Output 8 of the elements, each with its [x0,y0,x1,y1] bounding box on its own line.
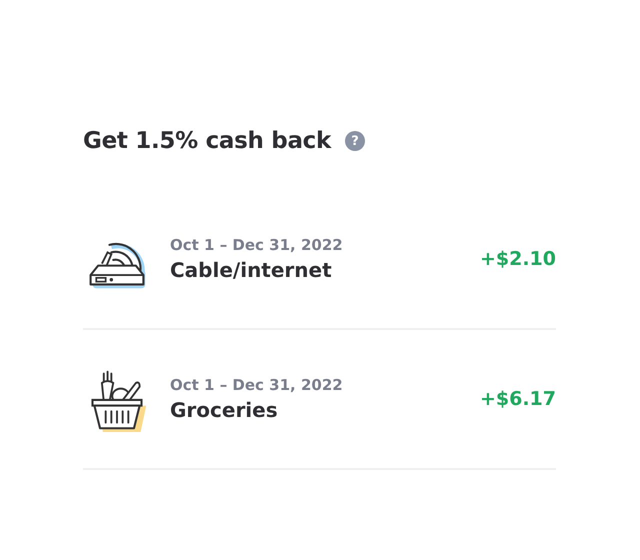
section-title: Get 1.5% cash back [83,128,332,154]
offer-category: Cable/internet [170,258,333,282]
help-icon[interactable]: ? [345,131,366,151]
offer-category: Groceries [170,398,279,422]
cash-back-amount: +$2.10 [480,248,556,270]
offer-period: Oct 1 – Dec 31, 2022 [170,376,344,394]
cash-back-amount: +$6.17 [480,388,556,410]
offer-period: Oct 1 – Dec 31, 2022 [170,236,344,254]
